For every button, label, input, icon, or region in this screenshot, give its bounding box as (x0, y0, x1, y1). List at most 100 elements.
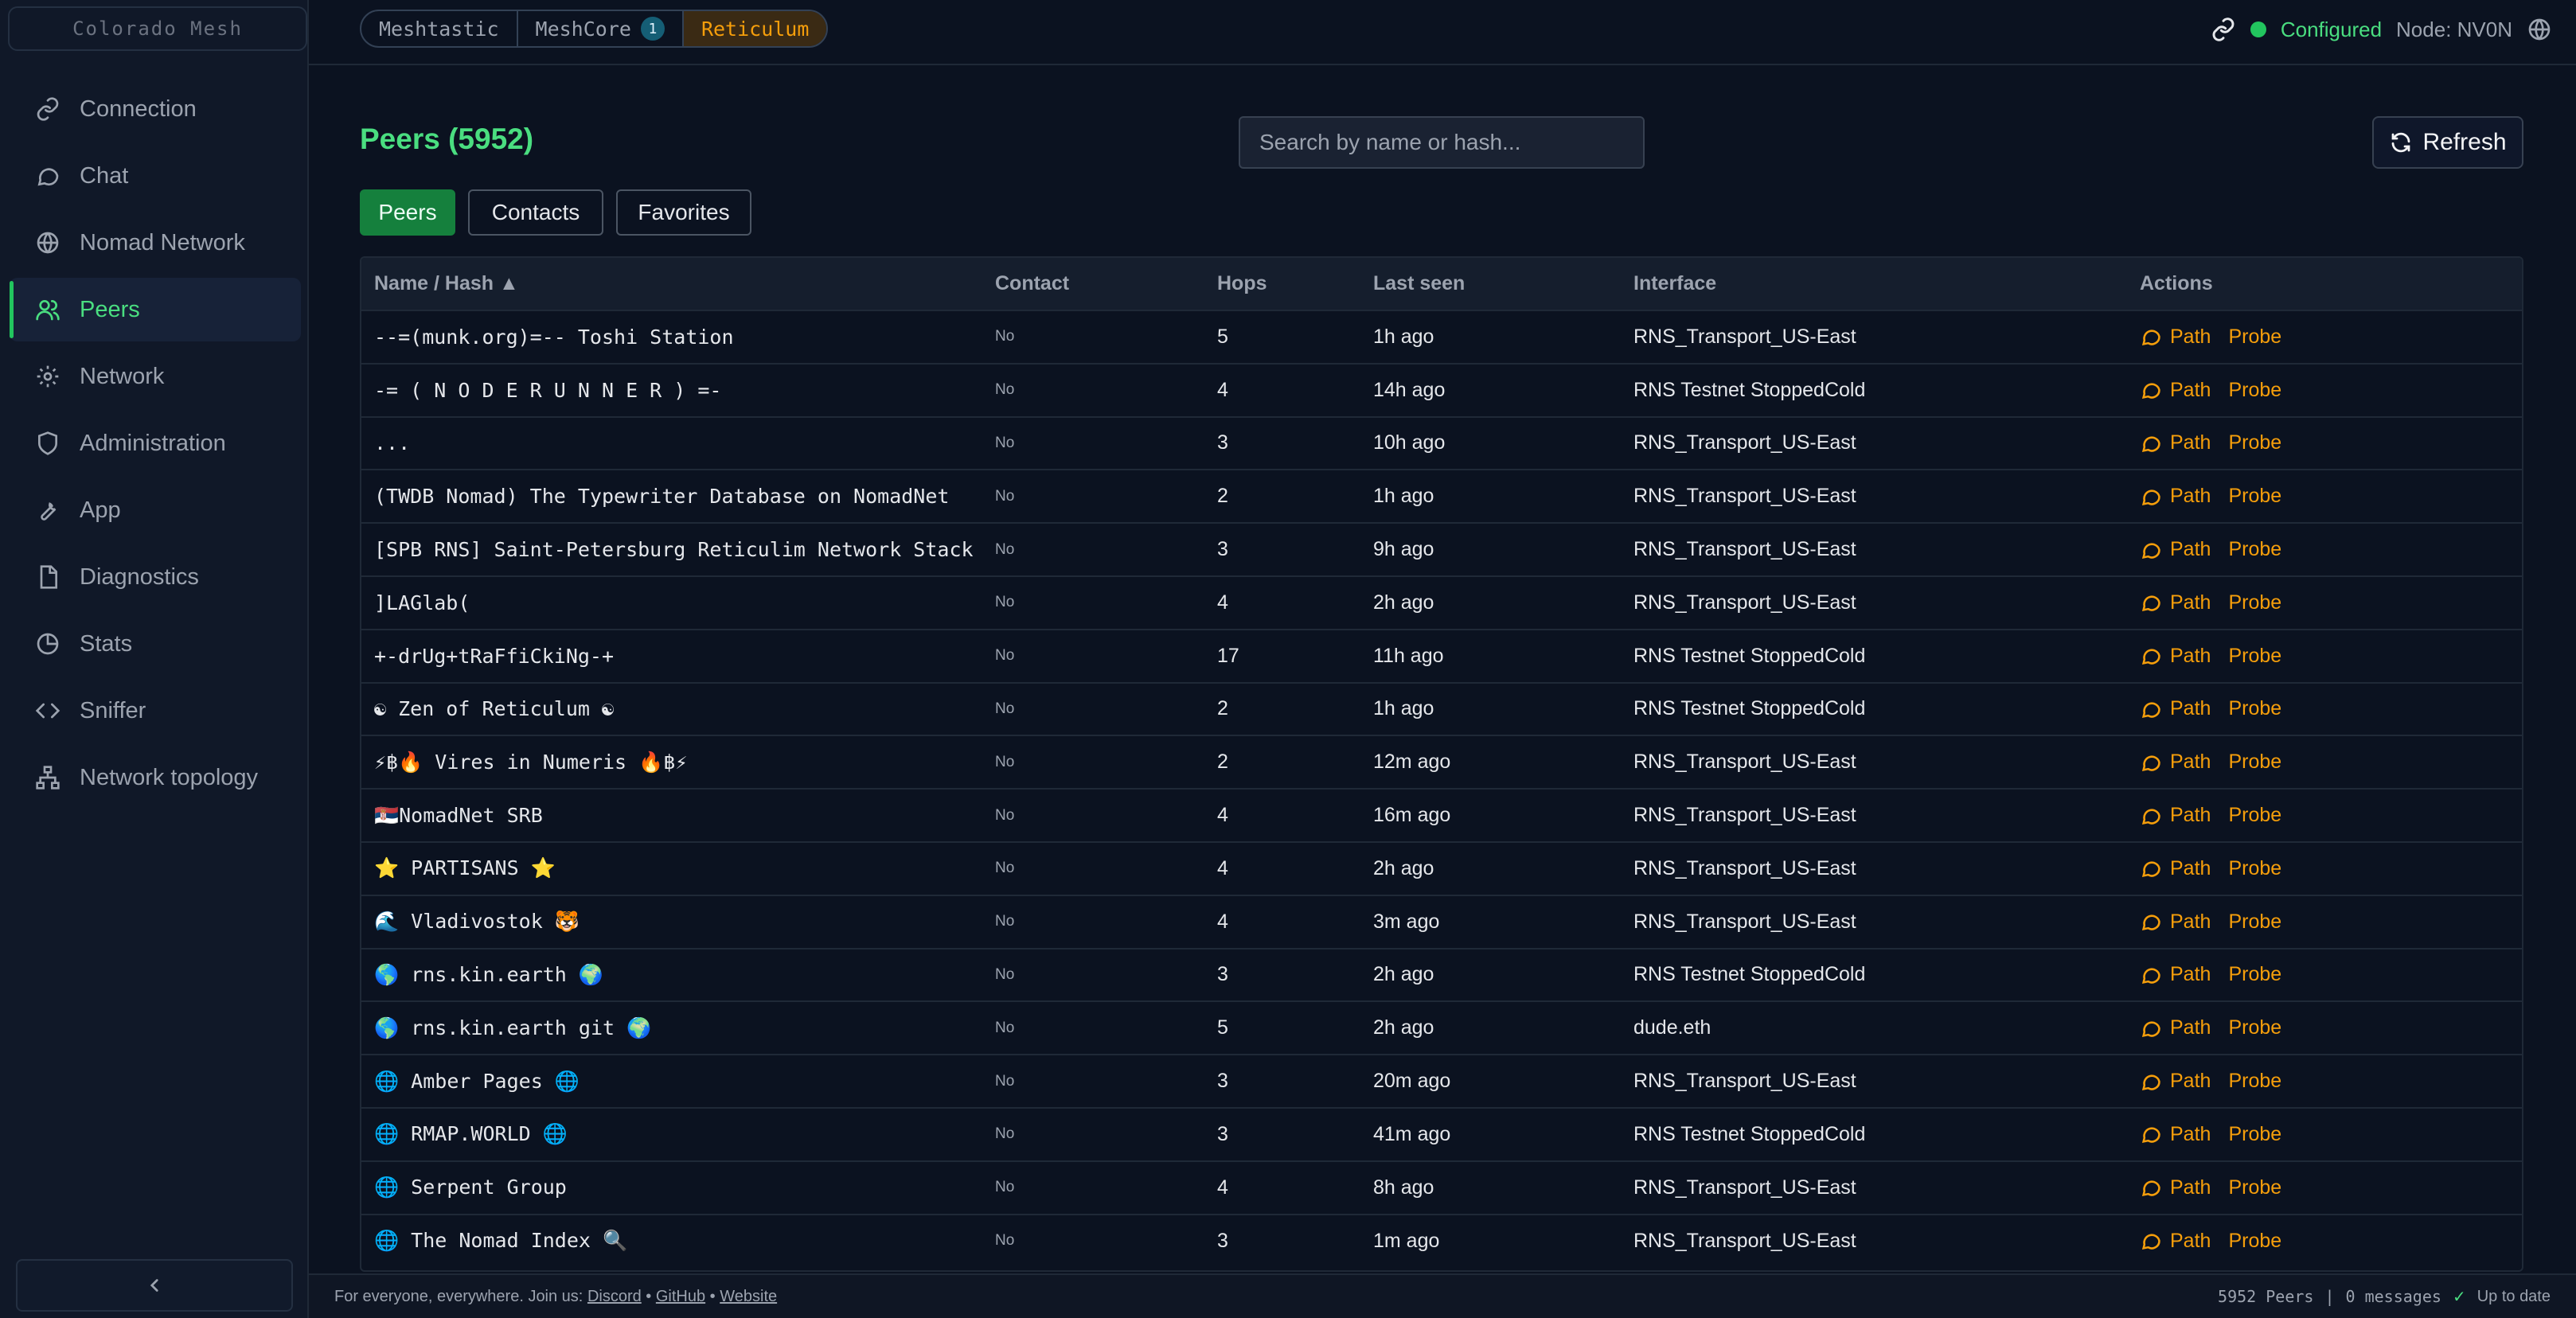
path-link[interactable]: Path (2170, 538, 2211, 561)
tab-meshcore[interactable]: MeshCore 1 (518, 11, 684, 46)
path-link[interactable]: Path (2170, 379, 2211, 402)
link-icon[interactable] (2211, 17, 2236, 42)
peer-name[interactable]: ☯ Zen of Reticulum ☯ (361, 683, 982, 736)
peer-name[interactable]: ... (361, 417, 982, 470)
path-link[interactable]: Path (2170, 963, 2211, 986)
github-link[interactable]: GitHub (656, 1288, 705, 1305)
probe-link[interactable]: Probe (2228, 485, 2281, 508)
table-row[interactable]: 🌎 rns.kin.earth git 🌍 No 5 2h ago dude.eth Pa… (361, 1001, 2522, 1055)
table-row[interactable]: ⚡฿🔥 Vires in Numeris 🔥฿⚡ No 2 12m ago RNS_Tr… (361, 735, 2522, 789)
probe-link[interactable]: Probe (2228, 1016, 2281, 1039)
chat-icon[interactable] (2140, 326, 2162, 348)
chat-icon[interactable] (2140, 539, 2162, 561)
chat-icon[interactable] (2140, 1176, 2162, 1199)
table-row[interactable]: (TWDB Nomad) The Typewriter Database on … (361, 470, 2522, 523)
chat-icon[interactable] (2140, 1123, 2162, 1145)
filter-peers-button[interactable]: Peers (360, 189, 455, 236)
probe-link[interactable]: Probe (2228, 1070, 2281, 1093)
table-row[interactable]: -= ( N O D E R U N N E R ) =- No 4 14h ago R… (361, 363, 2522, 417)
path-link[interactable]: Path (2170, 911, 2211, 934)
path-link[interactable]: Path (2170, 857, 2211, 880)
table-row[interactable]: 🇷🇸NomadNet SRB No 4 16m ago RNS_Transport_US… (361, 789, 2522, 842)
sidebar-item-chat[interactable]: Chat (10, 144, 301, 208)
peer-name[interactable]: 🌐 The Nomad Index 🔍 (361, 1215, 982, 1268)
table-row[interactable]: ☯ Zen of Reticulum ☯ No 2 1h ago RNS Testnet… (361, 682, 2522, 736)
path-link[interactable]: Path (2170, 1016, 2211, 1039)
path-link[interactable]: Path (2170, 1230, 2211, 1253)
probe-link[interactable]: Probe (2228, 1123, 2281, 1146)
table-row[interactable]: [SPB RNS] Saint-Petersburg Reticulim Net… (361, 523, 2522, 576)
path-link[interactable]: Path (2170, 1176, 2211, 1199)
peer-name[interactable]: 🌎 rns.kin.earth git 🌍 (361, 1001, 982, 1055)
path-link[interactable]: Path (2170, 751, 2211, 774)
path-link[interactable]: Path (2170, 591, 2211, 614)
sidebar-item-diagnostics[interactable]: Diagnostics (10, 545, 301, 609)
peer-name[interactable]: +-drUg+tRaFfiCkiNg-+ (361, 630, 982, 683)
table-row[interactable]: --=(munk.org)=-- Toshi Station No 5 1h ago R… (361, 310, 2522, 364)
probe-link[interactable]: Probe (2228, 1230, 2281, 1253)
table-row[interactable]: ⭐ PARTISANS ⭐ No 4 2h ago RNS_Transport_US-E… (361, 841, 2522, 895)
peer-name[interactable]: 🌊 Vladivostok 🐯 (361, 895, 982, 949)
probe-link[interactable]: Probe (2228, 911, 2281, 934)
path-link[interactable]: Path (2170, 485, 2211, 508)
chat-icon[interactable] (2140, 751, 2162, 774)
table-row[interactable]: 🌎 rns.kin.earth 🌍 No 3 2h ago RNS Testnet St… (361, 948, 2522, 1002)
probe-link[interactable]: Probe (2228, 538, 2281, 561)
peer-name[interactable]: 🇷🇸NomadNet SRB (361, 789, 982, 842)
collapse-sidebar-button[interactable] (16, 1259, 293, 1312)
refresh-button[interactable]: Refresh (2372, 116, 2523, 169)
chat-icon[interactable] (2140, 698, 2162, 720)
path-link[interactable]: Path (2170, 645, 2211, 668)
table-row[interactable]: ... No 3 10h ago RNS_Transport_US-East Path Pr… (361, 416, 2522, 470)
table-row[interactable]: 🌐 Serpent Group No 4 8h ago RNS_Transport_US… (361, 1160, 2522, 1215)
sidebar-item-peers[interactable]: Peers (10, 278, 301, 341)
table-row[interactable]: 🌐 The Nomad Index 🔍 No 3 1m ago RNS_Transpor… (361, 1214, 2522, 1268)
peer-name[interactable]: 🌐 Amber Pages 🌐 (361, 1055, 982, 1108)
probe-link[interactable]: Probe (2228, 751, 2281, 774)
path-link[interactable]: Path (2170, 431, 2211, 454)
peer-name[interactable]: ⚡฿🔥 Vires in Numeris 🔥฿⚡ (361, 735, 982, 789)
path-link[interactable]: Path (2170, 1070, 2211, 1093)
table-row[interactable]: 🌊 Vladivostok 🐯 No 4 3m ago RNS_Transport_US… (361, 895, 2522, 949)
chat-icon[interactable] (2140, 485, 2162, 508)
filter-favorites-button[interactable]: Favorites (616, 189, 751, 236)
filter-contacts-button[interactable]: Contacts (468, 189, 603, 236)
chat-icon[interactable] (2140, 1017, 2162, 1039)
chat-icon[interactable] (2140, 1070, 2162, 1093)
path-link[interactable]: Path (2170, 804, 2211, 827)
brand-selector[interactable]: Colorado Mesh (8, 6, 307, 51)
chat-icon[interactable] (2140, 805, 2162, 827)
chat-icon[interactable] (2140, 911, 2162, 933)
table-row[interactable]: +-drUg+tRaFfiCkiNg-+ No 17 11h ago RNS Testn… (361, 629, 2522, 683)
peer-name[interactable]: ]LAGlab( (361, 576, 982, 630)
sidebar-item-stats[interactable]: Stats (10, 612, 301, 676)
sidebar-item-nomad-network[interactable]: Nomad Network (10, 211, 301, 275)
peer-name[interactable]: -= ( N O D E R U N N E R ) =- (361, 364, 982, 417)
probe-link[interactable]: Probe (2228, 1176, 2281, 1199)
sidebar-item-app[interactable]: App (10, 478, 301, 542)
path-link[interactable]: Path (2170, 697, 2211, 720)
tab-meshtastic[interactable]: Meshtastic (361, 11, 518, 46)
search-input[interactable] (1239, 116, 1645, 169)
path-link[interactable]: Path (2170, 326, 2211, 349)
chat-icon[interactable] (2140, 645, 2162, 667)
chat-icon[interactable] (2140, 857, 2162, 879)
path-link[interactable]: Path (2170, 1123, 2211, 1146)
table-row[interactable]: ]LAGlab(No 4 2h ago RNS_Transport_US-East Pa… (361, 575, 2522, 630)
sidebar-item-network[interactable]: Network (10, 345, 301, 408)
chat-icon[interactable] (2140, 1230, 2162, 1252)
table-row[interactable]: 🌐 Amber Pages 🌐 No 3 20m ago RNS_Transport_U… (361, 1055, 2522, 1108)
peer-name[interactable]: [SPB RNS] Saint-Petersburg Reticulim Net… (361, 523, 982, 576)
probe-link[interactable]: Probe (2228, 697, 2281, 720)
probe-link[interactable]: Probe (2228, 431, 2281, 454)
probe-link[interactable]: Probe (2228, 857, 2281, 880)
table-row[interactable]: 🌐 RMAP.WORLD 🌐 No 3 41m ago RNS Testnet Stop… (361, 1107, 2522, 1161)
chat-icon[interactable] (2140, 432, 2162, 454)
probe-link[interactable]: Probe (2228, 379, 2281, 402)
sidebar-item-administration[interactable]: Administration (10, 411, 301, 475)
globe-icon[interactable] (2527, 17, 2552, 42)
peer-name[interactable]: --=(munk.org)=-- Toshi Station (361, 310, 982, 364)
probe-link[interactable]: Probe (2228, 591, 2281, 614)
discord-link[interactable]: Discord (587, 1288, 642, 1305)
sidebar-item-connection[interactable]: Connection (10, 77, 301, 141)
